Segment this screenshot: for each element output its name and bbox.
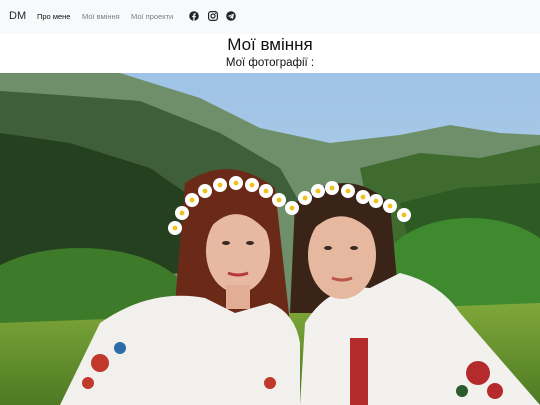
facebook-icon[interactable] xyxy=(189,11,199,21)
telegram-icon[interactable] xyxy=(226,11,236,21)
photo-two-girls-flower-wreaths xyxy=(0,73,540,405)
brand-logo[interactable]: DM xyxy=(9,10,26,22)
photos-subtitle: Мої фотографії : xyxy=(225,57,315,69)
instagram-icon[interactable] xyxy=(208,11,218,21)
nav-link-skills[interactable]: Мої вміння xyxy=(82,12,120,21)
nav-link-projects[interactable]: Мої проекти xyxy=(131,12,173,21)
page-title: Мої вміння xyxy=(227,35,313,54)
navbar: DM Про мене Мої вміння Мої проекти xyxy=(0,0,540,34)
nav-link-about[interactable]: Про мене xyxy=(37,12,70,21)
